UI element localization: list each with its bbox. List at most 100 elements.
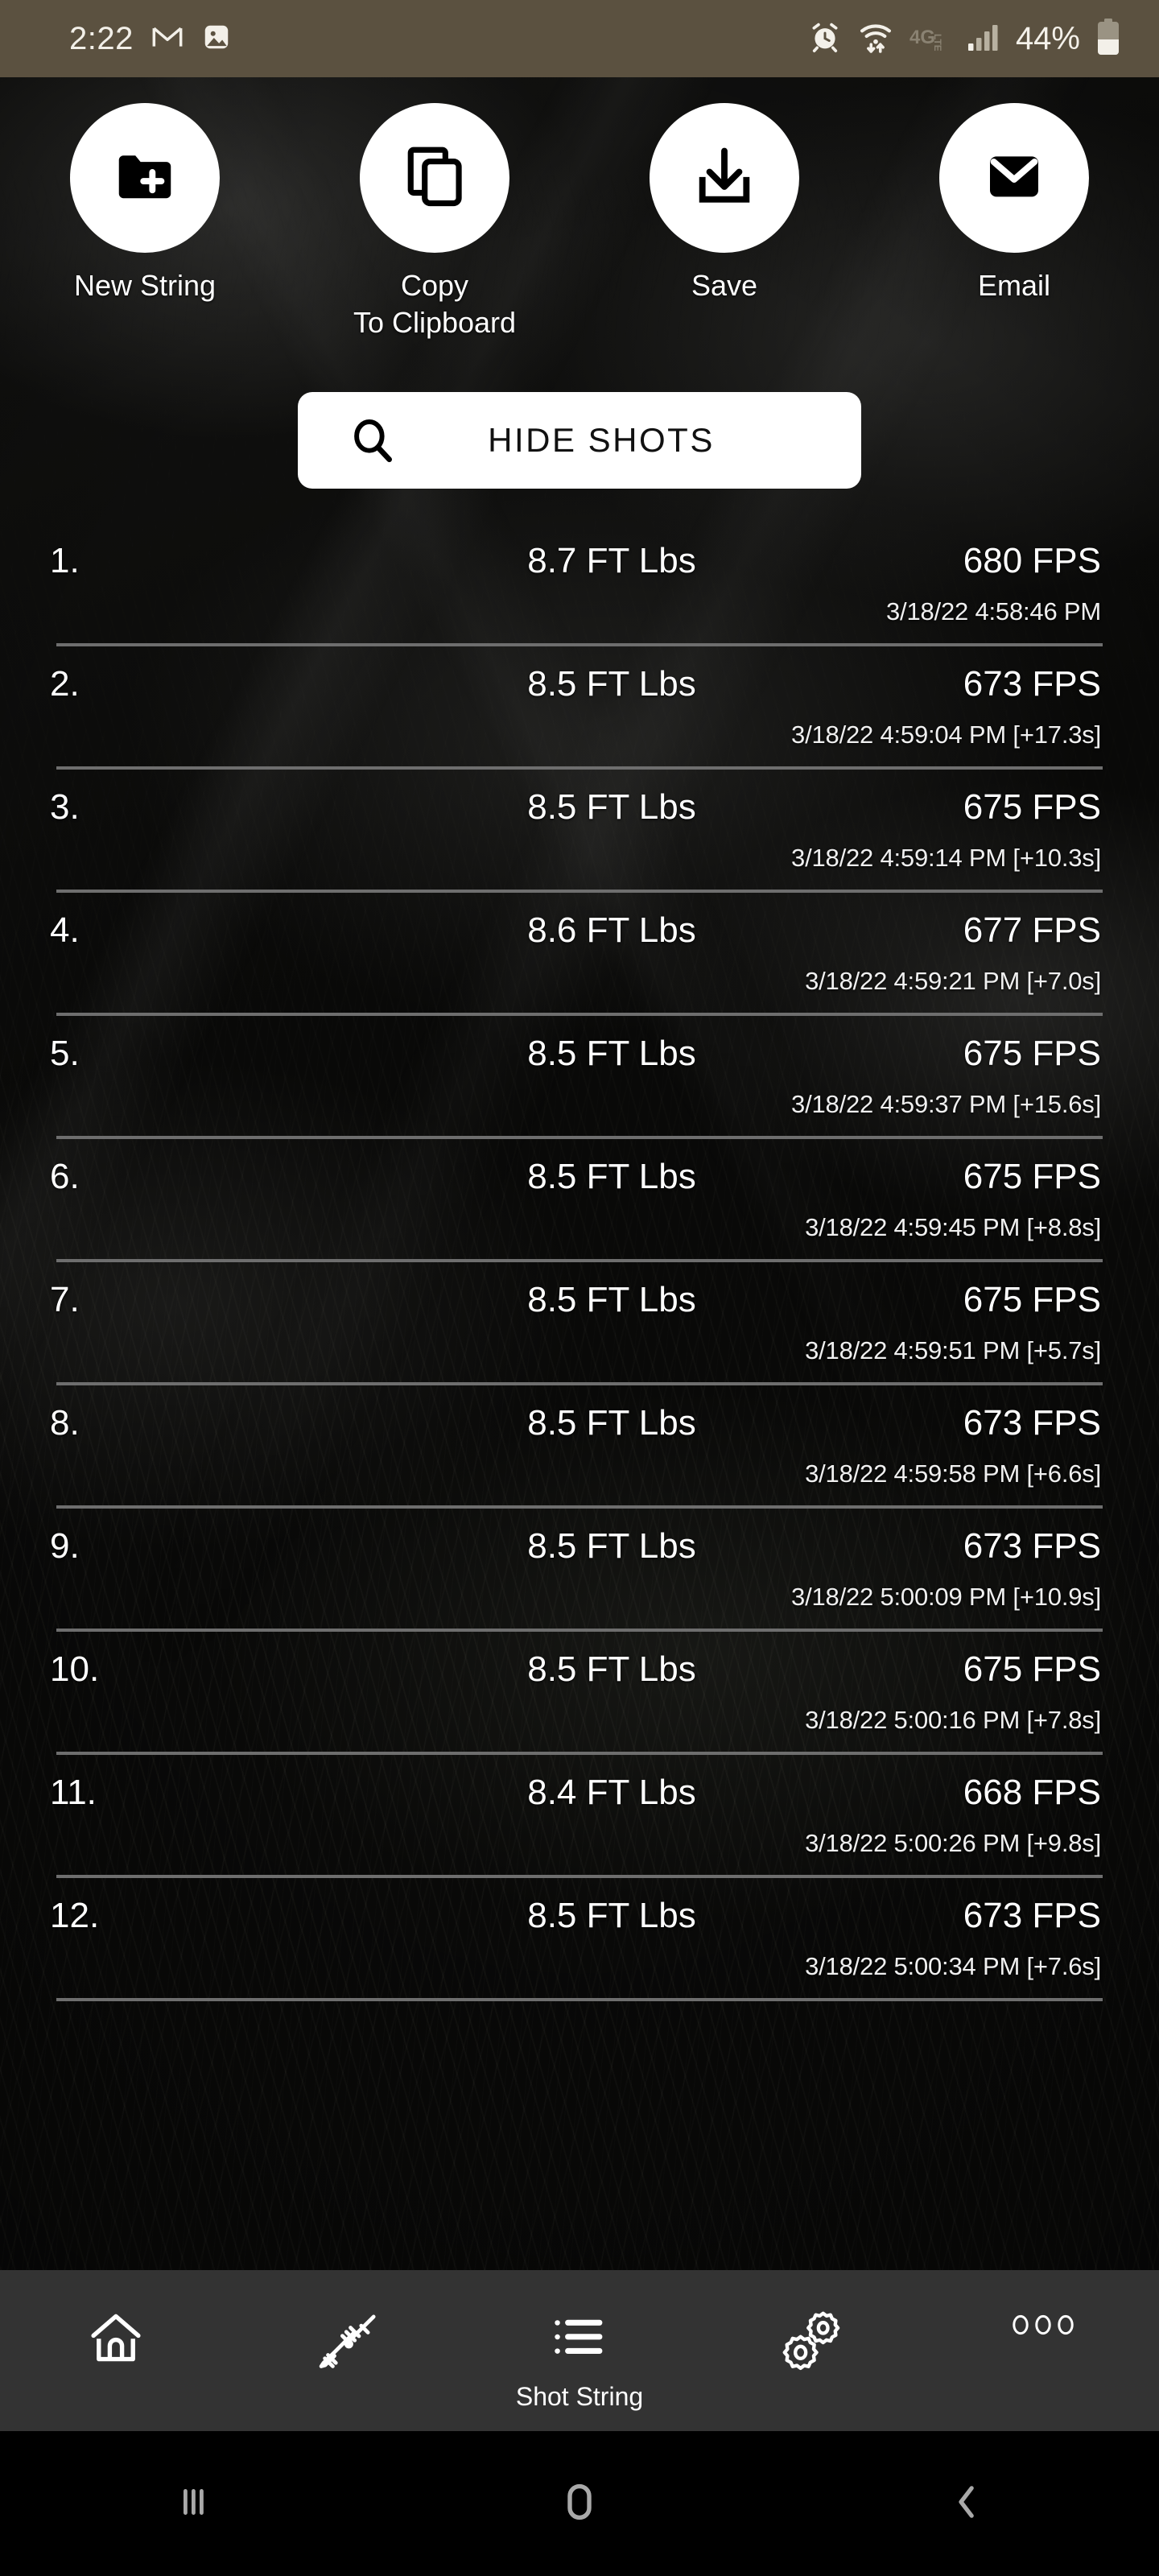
row-divider xyxy=(56,1998,1103,2001)
recents-button[interactable] xyxy=(0,2479,386,2529)
envelope-icon xyxy=(982,144,1046,213)
shot-velocity: 668 FPS xyxy=(963,1773,1101,1812)
tab-home[interactable] xyxy=(0,2270,232,2431)
new-string-label: New String xyxy=(73,269,217,302)
save-label: Save xyxy=(691,269,758,302)
shot-velocity: 677 FPS xyxy=(963,910,1101,950)
email-button[interactable]: Email xyxy=(869,77,1159,304)
shot-row-main: 12. 8.5 FT Lbs 673 FPS xyxy=(0,1896,1159,1942)
shot-timestamp: 3/18/22 5:00:16 PM [+7.8s] xyxy=(805,1706,1101,1734)
shot-row-main: 5. 8.5 FT Lbs 675 FPS xyxy=(0,1034,1159,1080)
hide-shots-button[interactable]: HIDE SHOTS xyxy=(298,392,861,489)
shot-timestamp: 3/18/22 4:58:46 PM xyxy=(886,597,1101,625)
new-string-button[interactable]: New String xyxy=(0,77,290,304)
action-button-row: New String Copy To Clipboard Save Email xyxy=(0,77,1159,339)
shot-timestamp: 3/18/22 4:59:45 PM [+8.8s] xyxy=(805,1213,1101,1241)
shot-row-main: 11. 8.4 FT Lbs 668 FPS xyxy=(0,1773,1159,1819)
search-icon xyxy=(348,415,398,465)
shot-row-main: 3. 8.5 FT Lbs 675 FPS xyxy=(0,787,1159,834)
shot-row-main: 2. 8.5 FT Lbs 673 FPS xyxy=(0,664,1159,711)
email-button-circle[interactable] xyxy=(939,103,1089,253)
shot-string-list[interactable]: 1. 8.7 FT Lbs 680 FPS 3/18/22 4:58:46 PM… xyxy=(0,523,1159,2001)
back-icon xyxy=(943,2479,988,2529)
table-row[interactable]: 12. 8.5 FT Lbs 673 FPS 3/18/22 5:00:34 P… xyxy=(0,1878,1159,2001)
home-icon xyxy=(85,2307,146,2372)
shot-velocity: 673 FPS xyxy=(963,1896,1101,1935)
shot-velocity: 675 FPS xyxy=(963,1280,1101,1319)
shot-velocity: 675 FPS xyxy=(963,787,1101,827)
table-row[interactable]: 1. 8.7 FT Lbs 680 FPS 3/18/22 4:58:46 PM xyxy=(0,523,1159,646)
new-folder-icon xyxy=(110,142,179,215)
status-bar-left: 2:22 xyxy=(69,21,232,57)
shot-row-main: 7. 8.5 FT Lbs 675 FPS xyxy=(0,1280,1159,1327)
more-dots-icon xyxy=(1009,2307,1077,2347)
shot-timestamp: 3/18/22 4:59:14 PM [+10.3s] xyxy=(791,844,1101,872)
list-icon xyxy=(550,2307,609,2371)
table-row[interactable]: 2. 8.5 FT Lbs 673 FPS 3/18/22 4:59:04 PM… xyxy=(0,646,1159,770)
table-row[interactable]: 8. 8.5 FT Lbs 673 FPS 3/18/22 4:59:58 PM… xyxy=(0,1385,1159,1509)
shot-velocity: 673 FPS xyxy=(963,664,1101,704)
table-row[interactable]: 6. 8.5 FT Lbs 675 FPS 3/18/22 4:59:45 PM… xyxy=(0,1139,1159,1262)
shot-row-main: 8. 8.5 FT Lbs 673 FPS xyxy=(0,1403,1159,1450)
signal-bars-icon xyxy=(967,23,1000,56)
shot-velocity: 673 FPS xyxy=(963,1403,1101,1443)
android-system-nav xyxy=(0,2431,1159,2576)
save-button[interactable]: Save xyxy=(580,77,869,304)
gears-icon xyxy=(779,2307,843,2376)
tab-shot-string[interactable]: Shot String xyxy=(464,2270,695,2431)
table-row[interactable]: 10. 8.5 FT Lbs 675 FPS 3/18/22 5:00:16 P… xyxy=(0,1632,1159,1755)
svg-text:LTE: LTE xyxy=(932,34,943,51)
shot-timestamp: 3/18/22 5:00:26 PM [+9.8s] xyxy=(805,1829,1101,1857)
download-save-icon xyxy=(691,143,757,213)
back-button[interactable] xyxy=(773,2479,1159,2529)
status-bar-right: 4G LTE 44% xyxy=(808,18,1120,60)
photos-icon xyxy=(201,22,232,56)
save-button-circle[interactable] xyxy=(650,103,799,253)
table-row[interactable]: 11. 8.4 FT Lbs 668 FPS 3/18/22 5:00:26 P… xyxy=(0,1755,1159,1878)
shot-row-main: 4. 8.6 FT Lbs 677 FPS xyxy=(0,910,1159,957)
rifle-icon xyxy=(314,2307,382,2379)
home-circle-icon xyxy=(556,2479,603,2529)
battery-icon xyxy=(1096,18,1120,60)
copy-to-clipboard-button-circle[interactable] xyxy=(360,103,509,253)
table-row[interactable]: 9. 8.5 FT Lbs 673 FPS 3/18/22 5:00:09 PM… xyxy=(0,1509,1159,1632)
shot-timestamp: 3/18/22 5:00:34 PM [+7.6s] xyxy=(805,1952,1101,1980)
shot-timestamp: 3/18/22 4:59:04 PM [+17.3s] xyxy=(791,720,1101,749)
shot-velocity: 680 FPS xyxy=(963,541,1101,580)
shot-timestamp: 3/18/22 4:59:58 PM [+6.6s] xyxy=(805,1459,1101,1488)
email-label: Email xyxy=(977,269,1051,302)
shot-velocity: 675 FPS xyxy=(963,1649,1101,1689)
tab-shot-string-label: Shot String xyxy=(515,2382,644,2411)
copy-to-clipboard-label: Copy To Clipboard xyxy=(353,269,517,339)
new-string-button-circle[interactable] xyxy=(70,103,220,253)
status-bar: 2:22 4G LTE 44% xyxy=(0,0,1159,77)
shot-row-main: 6. 8.5 FT Lbs 675 FPS xyxy=(0,1157,1159,1203)
shot-row-main: 1. 8.7 FT Lbs 680 FPS xyxy=(0,541,1159,588)
4g-lte-icon: 4G LTE xyxy=(909,23,951,55)
gmail-icon xyxy=(151,21,184,57)
copy-to-clipboard-button[interactable]: Copy To Clipboard xyxy=(290,77,580,341)
table-row[interactable]: 3. 8.5 FT Lbs 675 FPS 3/18/22 4:59:14 PM… xyxy=(0,770,1159,893)
tab-settings[interactable] xyxy=(695,2270,927,2431)
table-row[interactable]: 5. 8.5 FT Lbs 675 FPS 3/18/22 4:59:37 PM… xyxy=(0,1016,1159,1139)
shot-timestamp: 3/18/22 4:59:51 PM [+5.7s] xyxy=(805,1336,1101,1364)
recents-icon xyxy=(171,2479,216,2529)
shot-velocity: 675 FPS xyxy=(963,1157,1101,1196)
app-screen: 2:22 4G LTE 44% New String Copy To Clipb… xyxy=(0,0,1159,2576)
home-button[interactable] xyxy=(386,2479,773,2529)
shot-velocity: 673 FPS xyxy=(963,1526,1101,1566)
battery-percent: 44% xyxy=(1015,20,1080,56)
alarm-icon xyxy=(808,20,842,58)
shot-row-main: 10. 8.5 FT Lbs 675 FPS xyxy=(0,1649,1159,1696)
wifi-icon xyxy=(858,19,893,59)
status-clock: 2:22 xyxy=(69,20,134,56)
shot-timestamp: 3/18/22 5:00:09 PM [+10.9s] xyxy=(791,1583,1101,1611)
table-row[interactable]: 4. 8.6 FT Lbs 677 FPS 3/18/22 4:59:21 PM… xyxy=(0,893,1159,1016)
shot-velocity: 675 FPS xyxy=(963,1034,1101,1073)
table-row[interactable]: 7. 8.5 FT Lbs 675 FPS 3/18/22 4:59:51 PM… xyxy=(0,1262,1159,1385)
shot-timestamp: 3/18/22 4:59:21 PM [+7.0s] xyxy=(805,967,1101,995)
bottom-tab-bar: Shot String xyxy=(0,2270,1159,2431)
tab-rifle[interactable] xyxy=(232,2270,464,2431)
tab-more[interactable] xyxy=(927,2270,1159,2431)
shot-row-main: 9. 8.5 FT Lbs 673 FPS xyxy=(0,1526,1159,1573)
